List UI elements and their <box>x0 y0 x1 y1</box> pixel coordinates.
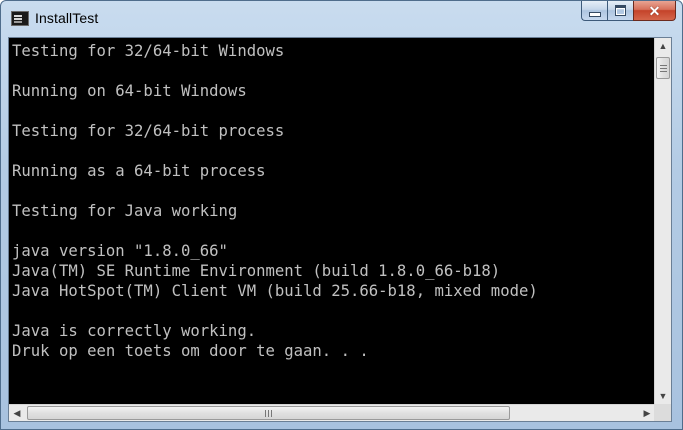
minimize-button[interactable] <box>581 1 607 21</box>
console-icon[interactable] <box>11 11 29 26</box>
console-line: Running as a 64-bit process <box>12 162 266 180</box>
scroll-up-icon[interactable]: ▲ <box>655 38 671 54</box>
scroll-down-icon[interactable]: ▼ <box>655 388 671 404</box>
console-line: Java is correctly working. <box>12 322 257 340</box>
horizontal-scrollbar[interactable]: ◀ ▶ <box>9 404 655 421</box>
console-line: java version "1.8.0_66" <box>12 242 228 260</box>
console-line: Java HotSpot(TM) Client VM (build 25.66-… <box>12 282 538 300</box>
scroll-left-icon[interactable]: ◀ <box>9 405 25 421</box>
minimize-icon <box>588 11 601 17</box>
console-window: InstallTest ✕ Testing for 32/64-bit Wind… <box>0 0 683 430</box>
console-line: Java(TM) SE Runtime Environment (build 1… <box>12 262 501 280</box>
maximize-icon <box>615 5 626 16</box>
close-button[interactable]: ✕ <box>633 1 676 21</box>
scrollbar-corner <box>654 404 671 421</box>
console-frame: Testing for 32/64-bit Windows Running on … <box>8 37 672 422</box>
console-line: Running on 64-bit Windows <box>12 82 247 100</box>
console-line: Testing for 32/64-bit process <box>12 122 285 140</box>
window-title: InstallTest <box>35 10 99 26</box>
scroll-right-icon[interactable]: ▶ <box>639 405 655 421</box>
grip-icon <box>659 67 667 69</box>
console-lines: Testing for 32/64-bit Windows Running on … <box>12 41 538 361</box>
caption-buttons: ✕ <box>581 1 676 21</box>
console-output[interactable]: Testing for 32/64-bit Windows Running on … <box>9 38 655 404</box>
vertical-scroll-thumb[interactable] <box>656 57 670 79</box>
close-icon: ✕ <box>648 2 661 19</box>
console-line: Testing for Java working <box>12 202 238 220</box>
title-bar[interactable]: InstallTest ✕ <box>1 1 682 37</box>
console-line: Druk op een toets om door te gaan. . . <box>12 342 369 360</box>
grip-icon <box>268 409 269 417</box>
horizontal-scroll-thumb[interactable] <box>27 406 510 420</box>
console-line: Testing for 32/64-bit Windows <box>12 42 285 60</box>
vertical-scrollbar[interactable]: ▲ ▼ <box>654 38 671 404</box>
maximize-button[interactable] <box>607 1 633 21</box>
